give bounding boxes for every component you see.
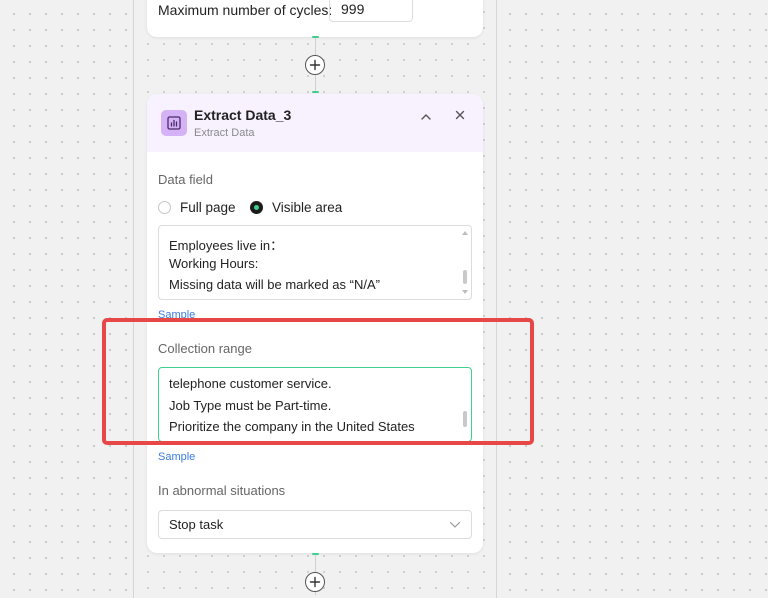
text-line: Missing data will be marked as “N/A” (169, 277, 380, 292)
plus-icon (309, 59, 321, 71)
radio-label: Full page (180, 200, 236, 215)
data-field-textarea[interactable]: Employees live in： Working Hours: Missin… (158, 225, 472, 300)
chart-icon (161, 110, 187, 136)
step-title: Extract Data_3 (194, 107, 292, 123)
collapse-chevron-icon[interactable] (419, 110, 433, 124)
radio-indicator (158, 201, 171, 214)
max-cycles-label: Maximum number of cycles: (158, 2, 333, 18)
card-header[interactable]: Extract Data_3 Extract Data (147, 94, 483, 152)
close-icon[interactable] (453, 108, 467, 122)
scroll-thumb[interactable] (463, 270, 467, 284)
abnormal-situations-label: In abnormal situations (158, 483, 286, 498)
loop-step-card: Maximum number of cycles: 999 (147, 0, 483, 37)
radio-full-page[interactable]: Full page (158, 200, 236, 215)
radio-visible-area[interactable]: Visible area (250, 200, 342, 215)
radio-indicator-selected (250, 201, 263, 214)
text-line: Employees live in： (169, 238, 284, 253)
chevron-down-icon (449, 521, 461, 528)
max-cycles-input[interactable]: 999 (329, 0, 413, 22)
sample-link[interactable]: Sample (158, 309, 195, 318)
connector-anchor (312, 91, 319, 93)
plus-icon (309, 576, 321, 588)
sample-link[interactable]: Sample (158, 451, 195, 463)
radio-label: Visible area (272, 200, 343, 215)
scroll-up-icon[interactable] (462, 231, 468, 235)
add-step-button[interactable] (305, 572, 325, 592)
data-field-label: Data field (158, 172, 213, 187)
select-value: Stop task (169, 517, 224, 532)
abnormal-action-select[interactable]: Stop task (158, 510, 472, 539)
highlight-annotation (102, 318, 534, 445)
step-subtitle: Extract Data (194, 127, 255, 139)
text-line: Working Hours: (169, 256, 259, 271)
scrollbar[interactable] (460, 227, 470, 298)
connector-anchor (312, 36, 319, 38)
add-step-button[interactable] (305, 55, 325, 75)
scroll-down-icon[interactable] (462, 290, 468, 294)
